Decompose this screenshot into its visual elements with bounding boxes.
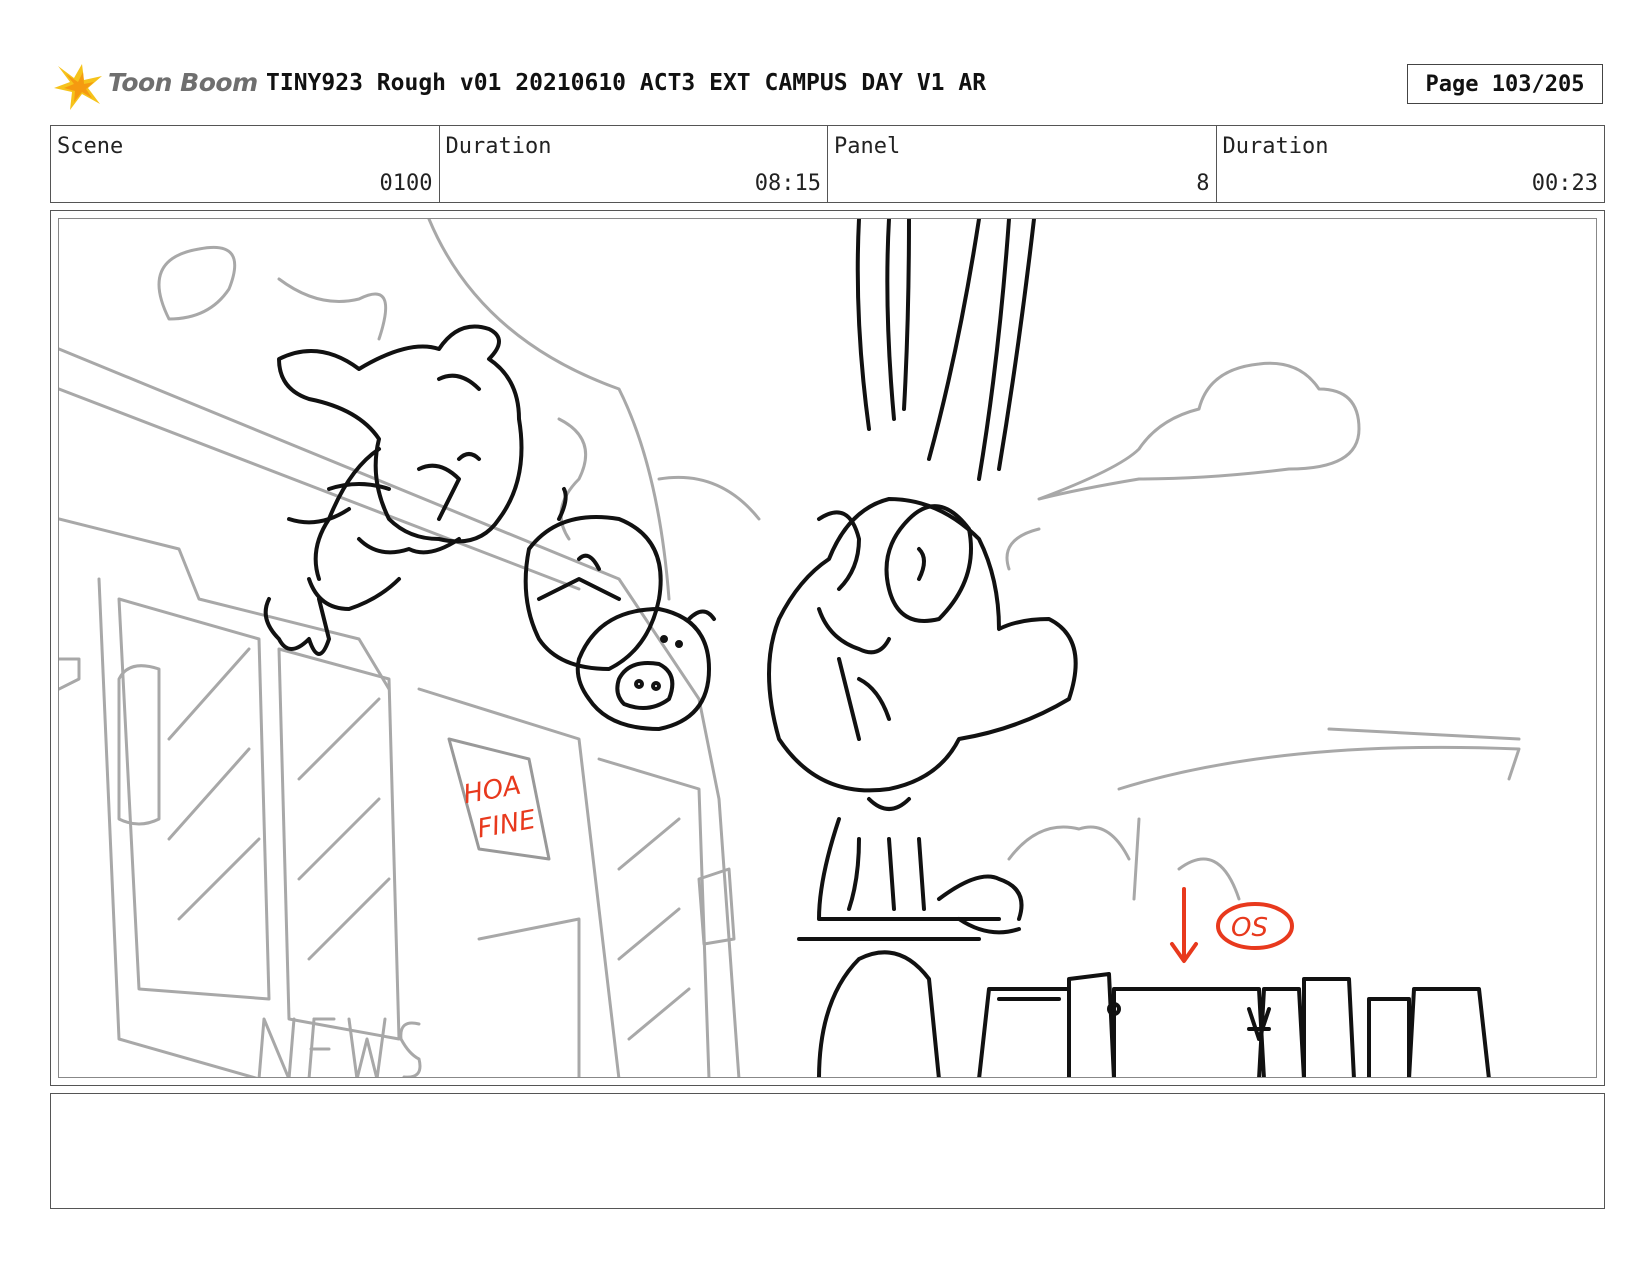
scene-info-table: Scene 0100 Duration 08:15 Panel 8 Durati… (50, 125, 1605, 203)
sign-text-line2: FINE (475, 805, 538, 845)
logo-text: Toon Boom (108, 68, 258, 97)
scene-cell: Scene 0100 (51, 126, 440, 202)
panel-notes-box (50, 1093, 1605, 1209)
scene-duration-cell: Duration 08:15 (440, 126, 828, 202)
panel-sketch-drawing: HOA FINE OS (59, 219, 1521, 1077)
scene-duration-value: 08:15 (754, 171, 821, 196)
character-sketch (263, 219, 1491, 1077)
page-number: Page 103/205 (1407, 64, 1603, 104)
toon-boom-logo: Toon Boom (52, 58, 258, 114)
annotation-os-text: OS (1231, 913, 1268, 943)
storyboard-panel-sketch: HOA FINE OS (58, 218, 1597, 1078)
panel-label: Panel (834, 134, 901, 159)
scene-value: 0100 (379, 171, 433, 196)
panel-cell: Panel 8 (828, 126, 1217, 202)
sign-text-line1: HOA (461, 771, 523, 811)
panel-value: 8 (1196, 171, 1210, 196)
background-sketch (59, 219, 1521, 1077)
panel-duration-value: 00:23 (1531, 171, 1598, 196)
panel-duration-label: Duration (1222, 134, 1329, 159)
document-title: TINY923 Rough v01 20210610 ACT3 EXT CAMP… (266, 70, 987, 96)
scene-duration-label: Duration (445, 134, 552, 159)
scene-label: Scene (57, 134, 124, 159)
star-burst-icon (54, 64, 102, 110)
panel-duration-cell: Duration 00:23 (1217, 126, 1605, 202)
